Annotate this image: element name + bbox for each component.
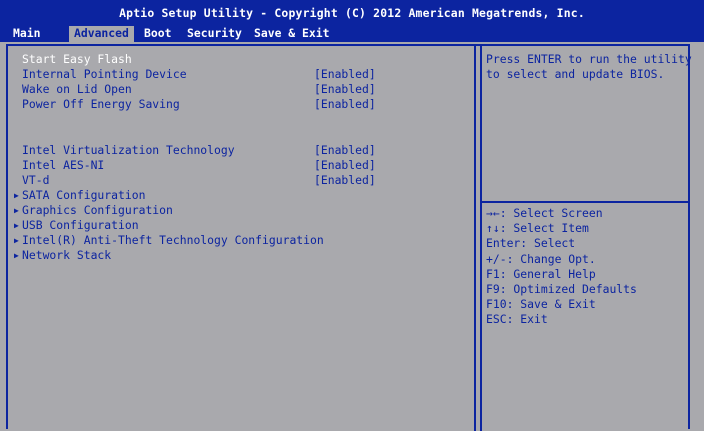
setting-power-off-energy-saving[interactable]: Power Off Energy Saving (22, 97, 180, 112)
submenu-network-stack[interactable]: ▶ Network Stack (14, 248, 112, 263)
submenu-label: Network Stack (22, 248, 112, 262)
setting-label: Start Easy Flash (22, 52, 132, 66)
help-line: Press ENTER to run the utility (486, 52, 692, 66)
submenu-sata-configuration[interactable]: ▶ SATA Configuration (14, 188, 146, 203)
setting-label: Intel AES-NI (22, 158, 105, 172)
window-title: Aptio Setup Utility - Copyright (C) 2012… (119, 6, 585, 20)
main-frame: Start Easy Flash Internal Pointing Devic… (6, 44, 692, 431)
key-change-opt: +/-: Change Opt. (486, 251, 596, 266)
submenu-arrow-icon: ▶ (14, 236, 19, 245)
setting-intel-aes-ni[interactable]: Intel AES-NI (22, 158, 104, 173)
help-divider (482, 201, 690, 203)
submenu-anti-theft-configuration[interactable]: ▶ Intel(R) Anti-Theft Technology Configur… (14, 233, 324, 248)
tab-main[interactable]: Main (8, 26, 45, 42)
submenu-usb-configuration[interactable]: ▶ USB Configuration (14, 218, 139, 233)
submenu-label: Intel(R) Anti-Theft Technology Configura… (22, 233, 324, 247)
setting-label: VT-d (22, 173, 50, 187)
submenu-graphics-configuration[interactable]: ▶ Graphics Configuration (14, 203, 173, 218)
help-text: Press ENTER to run the utility to select… (486, 52, 692, 82)
help-line: to select and update BIOS. (486, 67, 665, 82)
submenu-label: SATA Configuration (22, 188, 146, 202)
submenu-label: Graphics Configuration (22, 203, 173, 217)
setting-label: Power Off Energy Saving (22, 97, 180, 111)
tab-bar: Main Advanced Boot Security Save & Exit (0, 26, 704, 42)
setting-label: Intel Virtualization Technology (22, 143, 235, 157)
key-select-screen: →←: Select Screen (486, 206, 603, 220)
key-select-item: ↑↓: Select Item (486, 221, 589, 236)
tab-save-exit[interactable]: Save & Exit (249, 26, 334, 42)
tab-security[interactable]: Security (182, 26, 247, 42)
setting-value[interactable]: [Enabled] (314, 173, 376, 188)
setting-value[interactable]: [Enabled] (314, 143, 376, 158)
setting-value[interactable]: [Enabled] (314, 82, 376, 97)
key-esc-exit: ESC: Exit (486, 312, 548, 327)
setting-value[interactable]: [Enabled] (314, 97, 376, 112)
setting-start-easy-flash[interactable]: Start Easy Flash (22, 52, 132, 67)
title-bar: Aptio Setup Utility - Copyright (C) 2012… (0, 0, 704, 26)
key-legend: →←: Select Screen ↑↓: Select Item Enter:… (486, 206, 690, 328)
submenu-arrow-icon: ▶ (14, 206, 19, 215)
tab-boot[interactable]: Boot (139, 26, 176, 42)
setting-value[interactable]: [Enabled] (314, 67, 376, 82)
submenu-arrow-icon: ▶ (14, 191, 19, 200)
key-general-help: F1: General Help (486, 266, 596, 281)
tab-advanced[interactable]: Advanced (69, 26, 134, 42)
key-enter-select: Enter: Select (486, 236, 576, 251)
setting-internal-pointing-device[interactable]: Internal Pointing Device (22, 67, 187, 82)
submenu-arrow-icon: ▶ (14, 251, 19, 260)
setting-label: Internal Pointing Device (22, 67, 187, 81)
setting-intel-virtualization[interactable]: Intel Virtualization Technology (22, 143, 235, 158)
setting-value[interactable]: [Enabled] (314, 158, 376, 173)
submenu-arrow-icon: ▶ (14, 221, 19, 230)
key-save-exit: F10: Save & Exit (486, 297, 596, 312)
key-optimized-defaults: F9: Optimized Defaults (486, 281, 637, 296)
submenu-label: USB Configuration (22, 218, 139, 232)
setting-label: Wake on Lid Open (22, 82, 132, 96)
setting-vt-d[interactable]: VT-d (22, 173, 49, 188)
vertical-divider (474, 46, 482, 431)
setting-wake-on-lid-open[interactable]: Wake on Lid Open (22, 82, 132, 97)
